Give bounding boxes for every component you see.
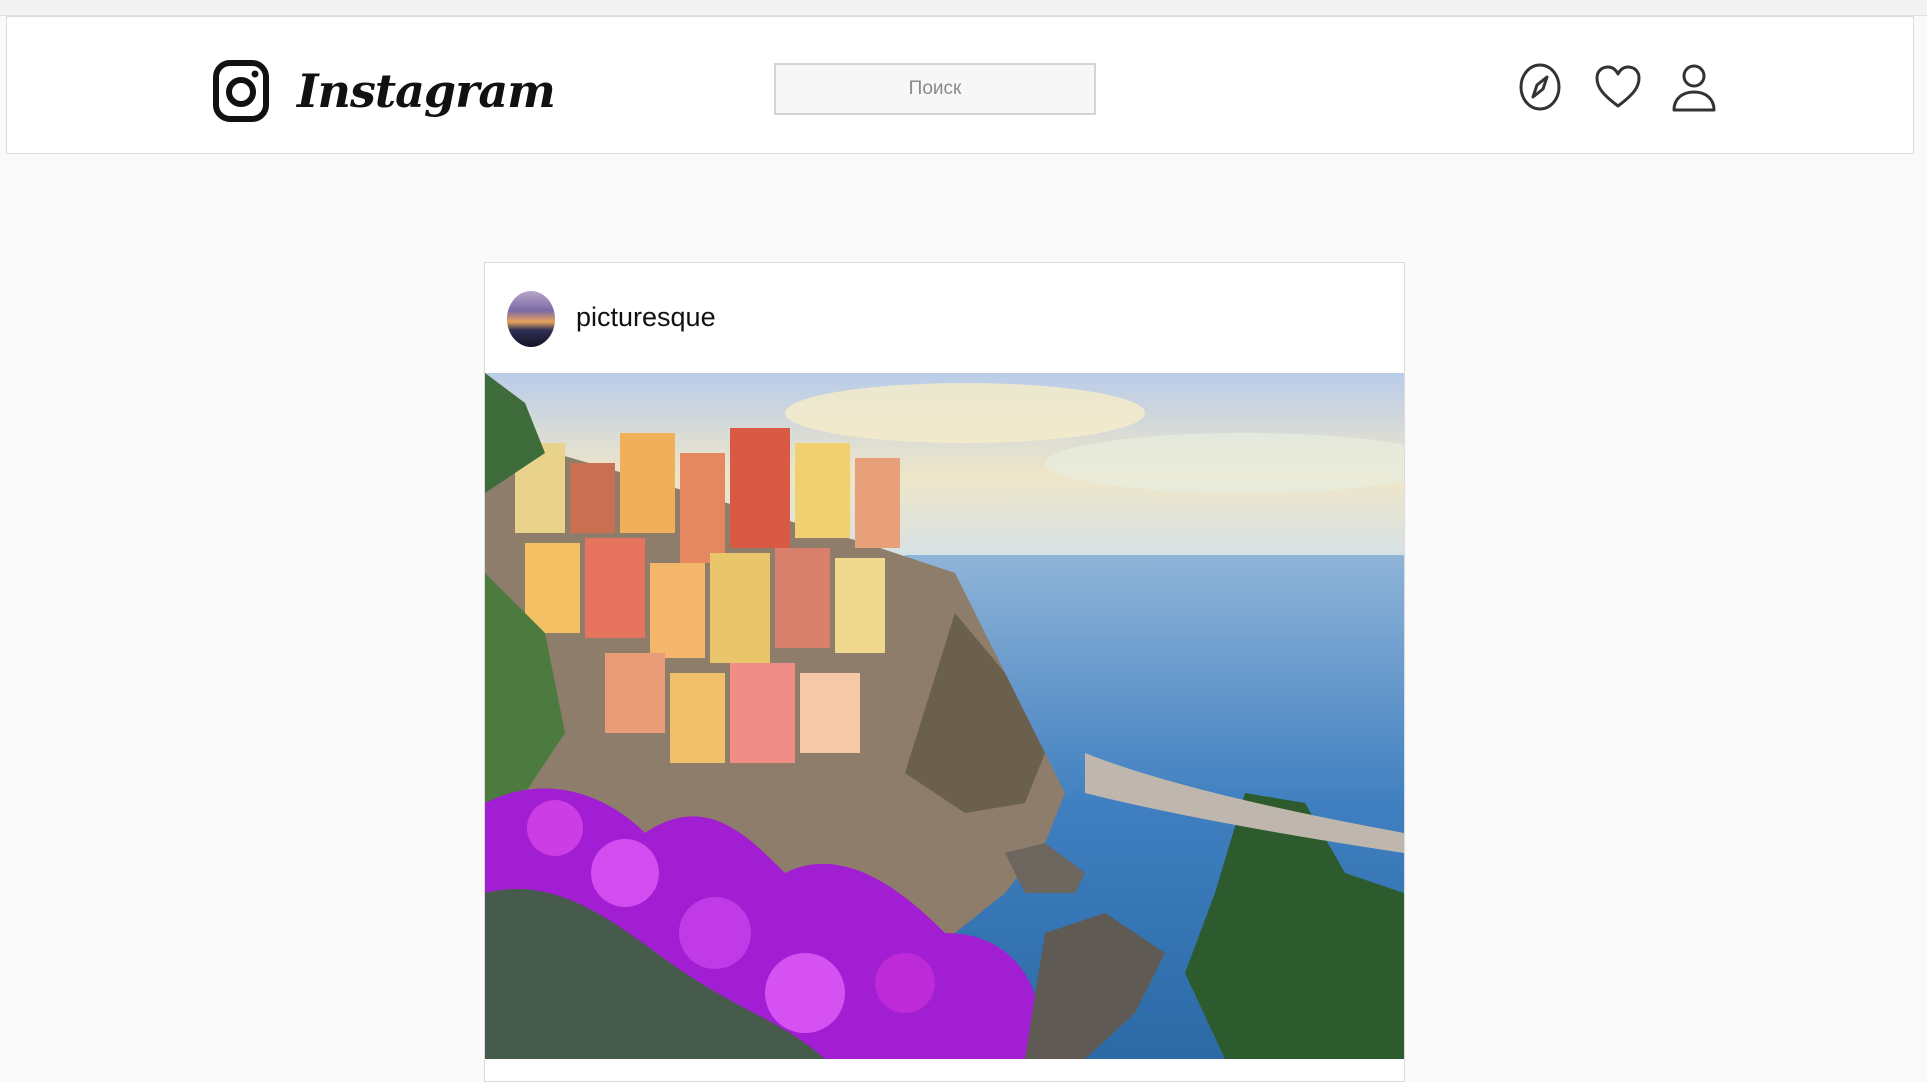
heart-icon[interactable]: [1590, 59, 1646, 115]
instagram-camera-logo-icon[interactable]: [212, 59, 270, 123]
instagram-wordmark-logo[interactable]: Instagram: [297, 61, 556, 121]
explore-compass-icon[interactable]: [1512, 59, 1568, 115]
post-username[interactable]: picturesque: [576, 299, 716, 335]
feed-post-card: picturesque: [484, 262, 1405, 1082]
browser-top-strip: [0, 0, 1927, 16]
search-input[interactable]: [774, 63, 1096, 115]
profile-icon[interactable]: [1666, 59, 1722, 115]
post-photo[interactable]: [485, 373, 1404, 1059]
avatar[interactable]: [507, 291, 555, 347]
top-navigation-bar: Instagram: [6, 16, 1914, 154]
